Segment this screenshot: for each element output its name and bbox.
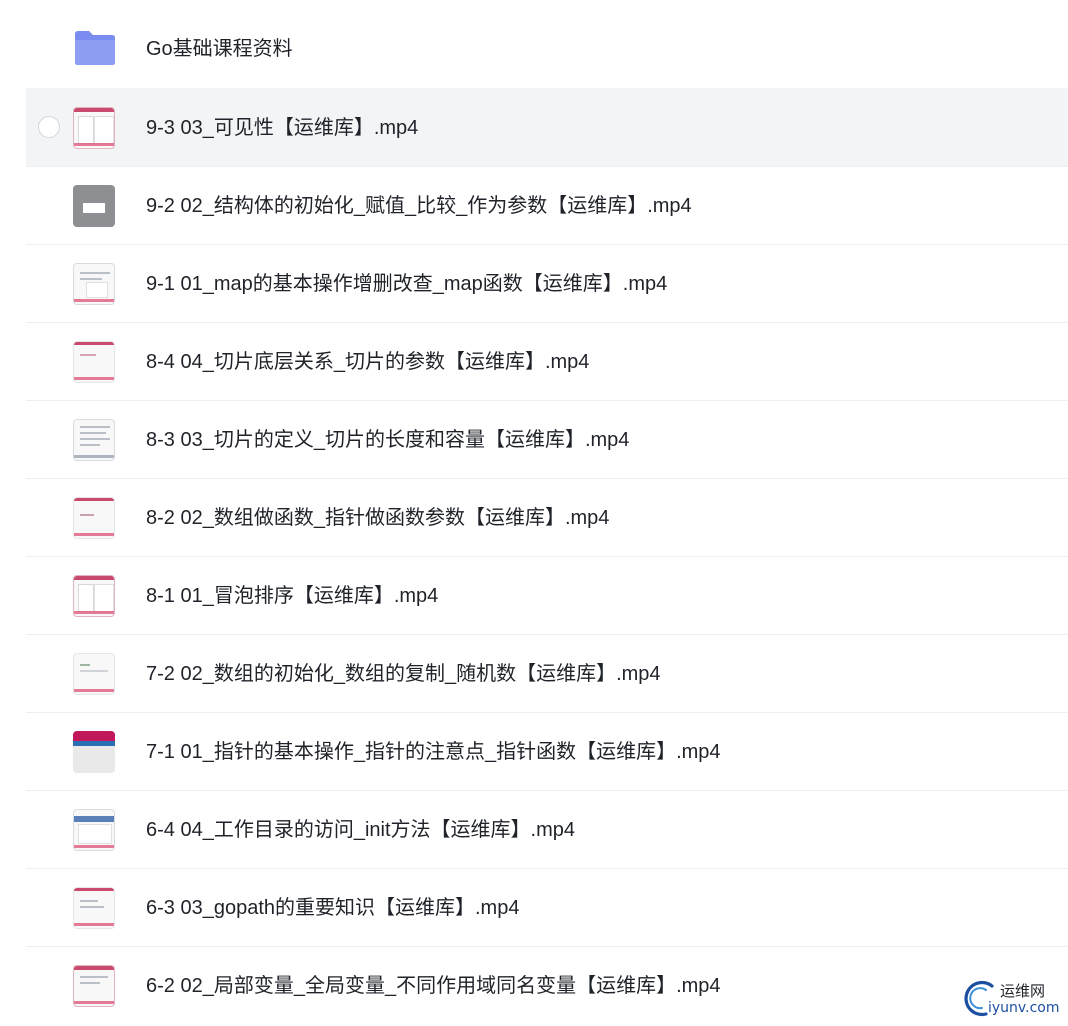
watermark-text-cn: 运维网 — [1000, 982, 1046, 1000]
video-thumbnail-icon — [73, 263, 115, 305]
file-name[interactable]: 8-1 01_冒泡排序【运维库】.mp4 — [146, 557, 438, 635]
folder-icon — [75, 31, 115, 65]
video-thumbnail-icon — [73, 731, 115, 773]
file-row[interactable]: 8-3 03_切片的定义_切片的长度和容量【运维库】.mp4 — [26, 400, 1068, 478]
file-row[interactable]: 6-2 02_局部变量_全局变量_不同作用域同名变量【运维库】.mp4 — [26, 946, 1068, 1024]
file-name[interactable]: 8-4 04_切片底层关系_切片的参数【运维库】.mp4 — [146, 323, 589, 401]
file-name[interactable]: 9-2 02_结构体的初始化_赋值_比较_作为参数【运维库】.mp4 — [146, 167, 692, 245]
file-row[interactable]: 8-1 01_冒泡排序【运维库】.mp4 — [26, 556, 1068, 634]
site-watermark: 运维网 iyunv.com — [962, 978, 1066, 1022]
video-thumbnail-icon — [73, 497, 115, 539]
file-name[interactable]: 6-4 04_工作目录的访问_init方法【运维库】.mp4 — [146, 791, 575, 869]
file-name[interactable]: 9-1 01_map的基本操作增删改查_map函数【运维库】.mp4 — [146, 245, 667, 323]
file-name[interactable]: 8-3 03_切片的定义_切片的长度和容量【运维库】.mp4 — [146, 401, 629, 479]
video-thumbnail-icon — [73, 341, 115, 383]
file-row[interactable]: 7-1 01_指针的基本操作_指针的注意点_指针函数【运维库】.mp4 — [26, 712, 1068, 790]
folder-row[interactable]: Go基础课程资料 — [26, 10, 1068, 88]
video-thumbnail-icon — [73, 107, 115, 149]
video-thumbnail-icon — [73, 653, 115, 695]
file-name[interactable]: 8-2 02_数组做函数_指针做函数参数【运维库】.mp4 — [146, 479, 609, 557]
file-row[interactable]: 9-1 01_map的基本操作增删改查_map函数【运维库】.mp4 — [26, 244, 1068, 322]
file-name[interactable]: 7-2 02_数组的初始化_数组的复制_随机数【运维库】.mp4 — [146, 635, 661, 713]
video-thumbnail-icon — [73, 419, 115, 461]
video-thumbnail-icon — [73, 887, 115, 929]
file-row[interactable]: 8-2 02_数组做函数_指针做函数参数【运维库】.mp4 — [26, 478, 1068, 556]
video-thumbnail-icon — [73, 575, 115, 617]
file-name[interactable]: 6-3 03_gopath的重要知识【运维库】.mp4 — [146, 869, 519, 947]
file-name[interactable]: 9-3 03_可见性【运维库】.mp4 — [146, 89, 418, 167]
file-row[interactable]: 6-4 04_工作目录的访问_init方法【运维库】.mp4 — [26, 790, 1068, 868]
select-checkbox[interactable] — [38, 116, 60, 138]
file-name[interactable]: 6-2 02_局部变量_全局变量_不同作用域同名变量【运维库】.mp4 — [146, 947, 721, 1025]
file-row[interactable]: 9-3 03_可见性【运维库】.mp4 — [26, 88, 1068, 166]
file-name[interactable]: 7-1 01_指针的基本操作_指针的注意点_指针函数【运维库】.mp4 — [146, 713, 721, 791]
file-row[interactable]: 9-2 02_结构体的初始化_赋值_比较_作为参数【运维库】.mp4 — [26, 166, 1068, 244]
video-thumbnail-icon — [73, 809, 115, 851]
folder-name[interactable]: Go基础课程资料 — [146, 10, 293, 88]
file-row[interactable]: 7-2 02_数组的初始化_数组的复制_随机数【运维库】.mp4 — [26, 634, 1068, 712]
file-row[interactable]: 8-4 04_切片底层关系_切片的参数【运维库】.mp4 — [26, 322, 1068, 400]
file-row[interactable]: 6-3 03_gopath的重要知识【运维库】.mp4 — [26, 868, 1068, 946]
file-list: Go基础课程资料 9-3 03_可见性【运维库】.mp4 9-2 02_结构体的… — [26, 10, 1068, 1024]
video-thumbnail-icon — [73, 965, 115, 1007]
watermark-text-en: iyunv.com — [988, 1000, 1060, 1016]
video-thumbnail-icon — [73, 185, 115, 227]
